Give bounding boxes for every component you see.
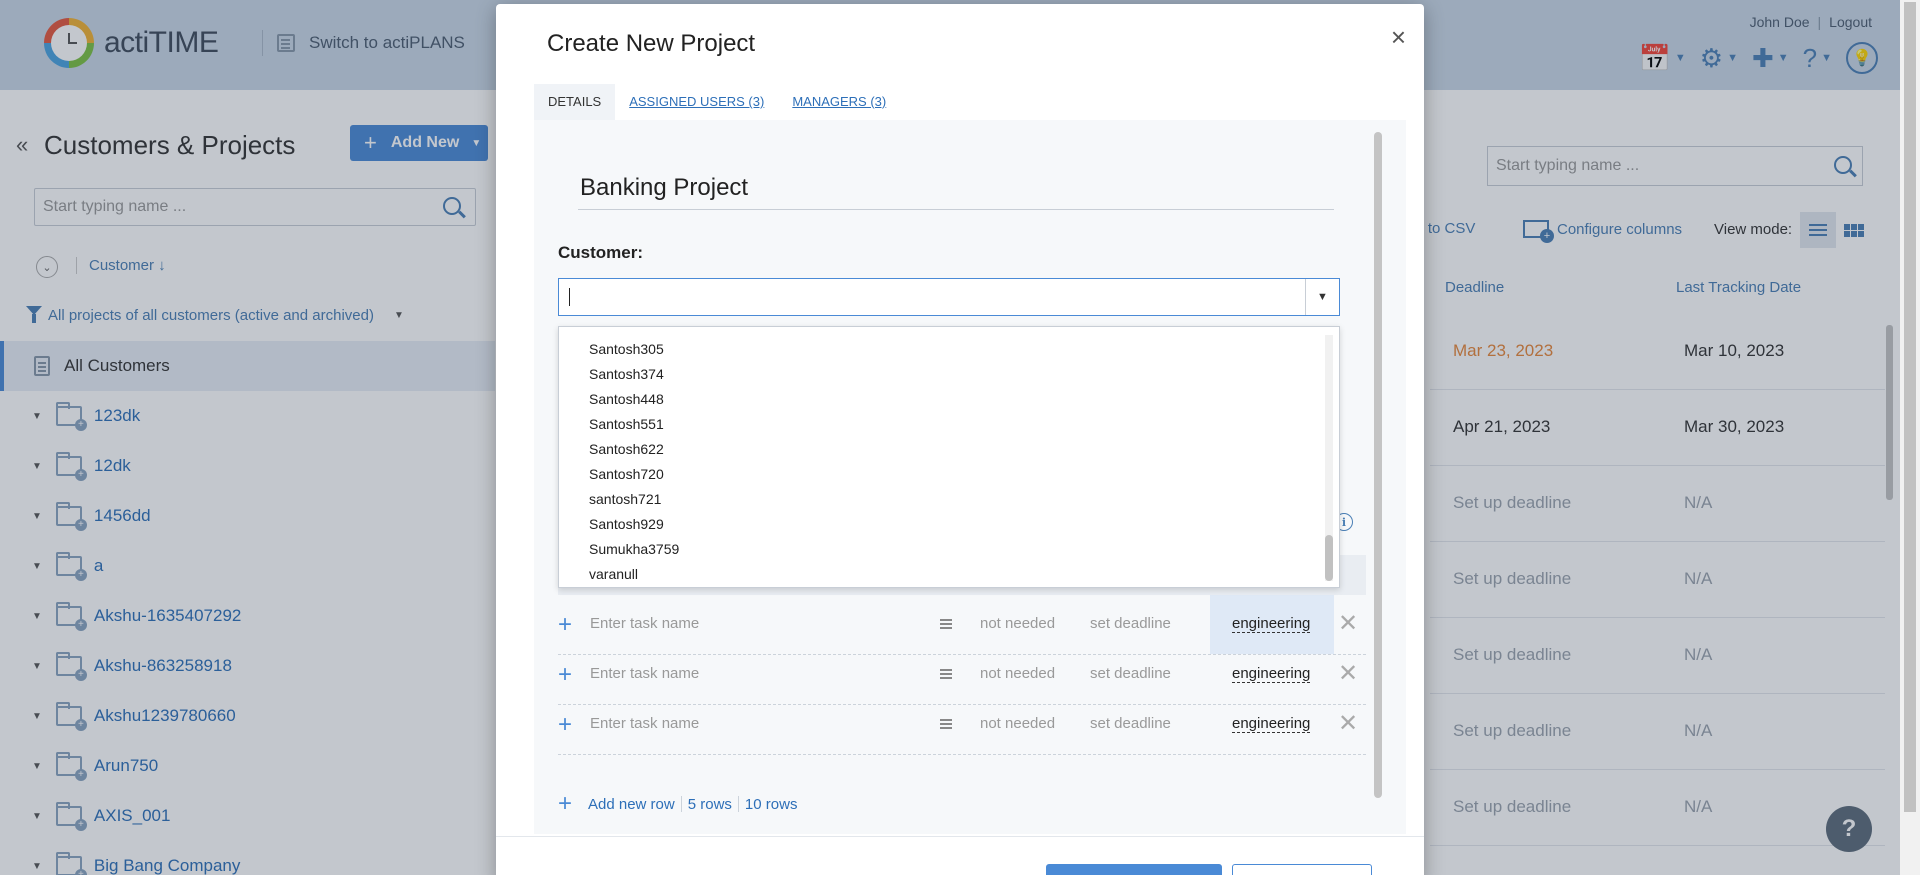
page-scrollbar[interactable] — [1900, 0, 1920, 875]
deadline-field[interactable]: set deadline — [1090, 615, 1171, 632]
modal-tabs: DETAILS ASSIGNED USERS (3) MANAGERS (3) — [534, 84, 900, 120]
estimate-field[interactable]: not needed — [980, 615, 1055, 632]
add-5-rows-link[interactable]: 5 rows — [688, 796, 732, 813]
app-root: actiTIME Switch to actiPLANS John Doe | Lo… — [0, 0, 1920, 875]
close-icon[interactable]: ✕ — [1338, 659, 1358, 688]
description-icon[interactable] — [940, 719, 952, 721]
description-icon[interactable] — [940, 619, 952, 621]
dropdown-option[interactable]: Santosh448 — [559, 387, 679, 412]
add-rows-bar: + Add new row 5 rows 10 rows — [558, 790, 797, 818]
task-name-input[interactable]: Enter task name — [590, 615, 699, 632]
deadline-field[interactable]: set deadline — [1090, 665, 1171, 682]
text-cursor — [569, 288, 570, 306]
task-name-input[interactable]: Enter task name — [590, 715, 699, 732]
dropdown-option[interactable]: Santosh305 — [559, 337, 679, 362]
chevron-down-icon: ▼ — [1317, 291, 1328, 303]
customer-label: Customer: — [558, 243, 644, 262]
deadline-field[interactable]: set deadline — [1090, 715, 1171, 732]
plus-icon[interactable]: + — [558, 661, 572, 689]
estimate-field[interactable]: not needed — [980, 665, 1055, 682]
dropdown-options: Santosh305 Santosh374 Santosh448 Santosh551… — [559, 337, 679, 587]
close-icon[interactable]: ✕ — [1338, 609, 1358, 638]
dropdown-option[interactable]: Santosh720 — [559, 462, 679, 487]
modal-footer-divider — [496, 836, 1424, 837]
dropdown-option[interactable]: Santosh929 — [559, 512, 679, 537]
add-10-rows-link[interactable]: 10 rows — [745, 796, 798, 813]
dropdown-toggle-button[interactable]: ▼ — [1305, 279, 1339, 315]
create-project-modal: Create New Project × DETAILS ASSIGNED USE… — [496, 4, 1424, 875]
task-row: + Enter task name not needed set deadline en… — [558, 695, 1366, 755]
dropdown-option[interactable]: Santosh622 — [559, 437, 679, 462]
tab-assigned-users[interactable]: ASSIGNED USERS (3) — [615, 84, 778, 120]
type-of-work-cell: engineering — [1210, 695, 1334, 754]
dropdown-scrollbar[interactable] — [1325, 335, 1333, 581]
dropdown-option[interactable]: Sumukha3759 — [559, 537, 679, 562]
close-icon[interactable]: ✕ — [1338, 709, 1358, 738]
project-name-input[interactable]: Banking Project — [578, 174, 1334, 210]
estimate-field[interactable]: not needed — [980, 715, 1055, 732]
create-project-button[interactable] — [1046, 864, 1222, 875]
dropdown-option[interactable]: Santosh374 — [559, 362, 679, 387]
modal-scrollbar[interactable] — [1374, 132, 1382, 798]
dropdown-option[interactable]: Santosh551 — [559, 412, 679, 437]
type-of-work-select[interactable]: engineering — [1232, 665, 1311, 683]
dropdown-scrollbar-thumb[interactable] — [1325, 535, 1333, 581]
page-scrollbar-thumb[interactable] — [1904, 2, 1916, 812]
customer-select-input[interactable]: ▼ — [558, 278, 1340, 316]
description-icon[interactable] — [940, 669, 952, 671]
dropdown-option[interactable]: varanull — [559, 562, 679, 587]
cancel-button[interactable] — [1232, 864, 1372, 875]
tab-managers[interactable]: MANAGERS (3) — [778, 84, 900, 120]
add-new-row-link[interactable]: Add new row — [588, 796, 675, 813]
type-of-work-select[interactable]: engineering — [1232, 615, 1311, 633]
type-of-work-select[interactable]: engineering — [1232, 715, 1311, 733]
modal-title: Create New Project — [547, 30, 756, 57]
dropdown-option[interactable]: santosh721 — [559, 487, 679, 512]
plus-icon[interactable]: + — [558, 711, 572, 739]
close-icon[interactable]: × — [1391, 22, 1406, 53]
plus-icon[interactable]: + — [558, 790, 572, 818]
plus-icon[interactable]: + — [558, 611, 572, 639]
task-name-input[interactable]: Enter task name — [590, 665, 699, 682]
customer-dropdown-list: Santosh305 Santosh374 Santosh448 Santosh551… — [558, 326, 1340, 588]
tab-details[interactable]: DETAILS — [534, 84, 616, 120]
